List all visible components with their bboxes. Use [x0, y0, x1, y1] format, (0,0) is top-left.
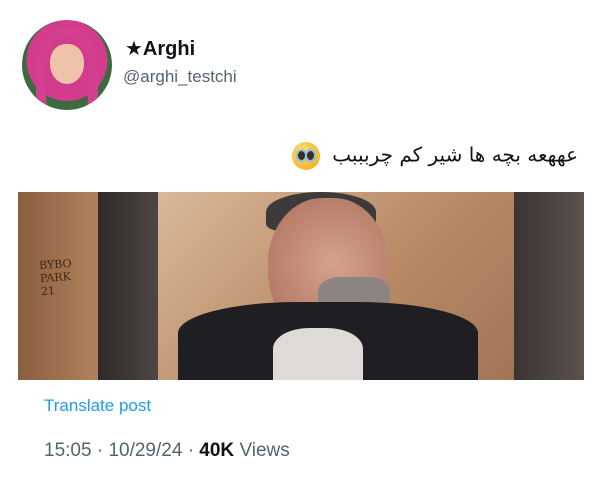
display-name[interactable]: ★Arghi	[125, 36, 195, 61]
meta-separator: ·	[96, 440, 104, 461]
post-date[interactable]: 10/29/24	[108, 440, 182, 461]
views-label[interactable]: Views	[239, 440, 289, 461]
post-text-row: عههعه بچه ها شیر کم چربببب	[38, 142, 578, 170]
meta-separator: ·	[187, 440, 195, 461]
avatar[interactable]	[22, 20, 112, 110]
media-door	[98, 192, 158, 380]
media-right-panel	[514, 192, 584, 380]
media-sign-text: BYBO PARK 21	[38, 256, 72, 299]
views-count[interactable]: 40K	[199, 440, 234, 461]
pleading-face-emoji-icon	[291, 142, 320, 170]
user-handle[interactable]: @arghi_testchi	[123, 67, 237, 87]
post-meta: 15:05 · 10/29/24 · 40K Views	[44, 440, 290, 462]
post-media-image[interactable]: BYBO PARK 21	[18, 192, 584, 380]
media-person-shirt	[273, 328, 363, 380]
post-time[interactable]: 15:05	[44, 440, 92, 461]
tweet: ★Arghi @arghi_testchi عههعه بچه ها شیر ک…	[0, 0, 600, 480]
translate-post-link[interactable]: Translate post	[44, 396, 151, 416]
avatar-face	[50, 44, 84, 84]
post-text: عههعه بچه ها شیر کم چربببب	[332, 142, 578, 167]
